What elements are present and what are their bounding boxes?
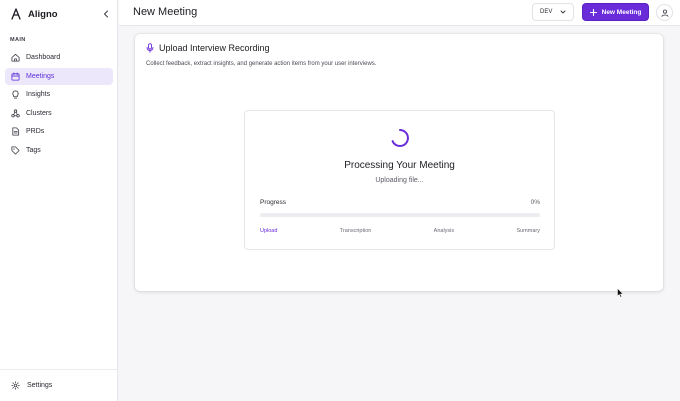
sidebar-item-label: Meetings: [26, 72, 55, 80]
sidebar-item-label: Insights: [26, 91, 51, 98]
sidebar-item-prds[interactable]: PRDs: [5, 123, 113, 140]
aligno-logo-icon: [11, 8, 21, 20]
sidebar-item-tags[interactable]: Tags: [5, 142, 113, 159]
step-summary: Summary: [516, 228, 540, 234]
sidebar-divider: [0, 369, 118, 370]
progress-percent: 0%: [530, 199, 540, 206]
environment-value: DEV: [540, 9, 553, 15]
collapse-sidebar-button[interactable]: [100, 8, 111, 20]
sidebar-item-settings[interactable]: Settings: [11, 379, 52, 391]
sidebar: Aligno MAIN Dashboard Meetings Insights …: [0, 0, 118, 401]
chevron-down-icon: [560, 10, 566, 14]
mouse-pointer-icon: [617, 288, 624, 298]
environment-select[interactable]: DEV: [532, 3, 574, 21]
step-upload: Upload: [260, 228, 278, 234]
user-menu-button[interactable]: [656, 4, 673, 21]
sidebar-item-dashboard[interactable]: Dashboard: [5, 49, 113, 66]
progress-bar: [260, 213, 540, 217]
gear-icon: [11, 380, 20, 390]
chevron-left-icon: [103, 10, 108, 18]
sidebar-nav: Dashboard Meetings Insights Clusters PRD…: [5, 49, 113, 160]
user-icon: [661, 9, 668, 17]
microphone-icon: [146, 43, 154, 53]
calendar-icon: [11, 71, 20, 81]
sidebar-item-insights[interactable]: Insights: [5, 86, 113, 103]
sidebar-item-label: Tags: [26, 146, 41, 154]
app-name: Aligno: [28, 8, 58, 20]
new-meeting-label: New Meeting: [601, 8, 642, 16]
card-description: Collect feedback, extract insights, and …: [146, 61, 377, 67]
plus-icon: [589, 8, 597, 16]
new-meeting-button[interactable]: New Meeting: [582, 3, 649, 21]
card-title: Upload Interview Recording: [159, 43, 270, 53]
upload-card: Upload Interview Recording Collect feedb…: [135, 34, 663, 291]
processing-status: Uploading file...: [375, 177, 424, 184]
clusters-icon: [11, 108, 20, 117]
loading-spinner-icon: [391, 129, 409, 147]
tag-icon: [11, 145, 20, 155]
brand[interactable]: Aligno: [11, 7, 58, 21]
sidebar-item-clusters[interactable]: Clusters: [5, 105, 113, 122]
page-title: New Meeting: [133, 6, 198, 18]
settings-label: Settings: [27, 381, 53, 389]
processing-steps: Upload Transcription Analysis Summary: [260, 228, 540, 234]
sidebar-item-label: PRDs: [26, 128, 45, 135]
step-analysis: Analysis: [433, 228, 455, 234]
card-header: Upload Interview Recording: [146, 43, 270, 53]
top-header: New Meeting DEV New Meeting: [119, 0, 680, 26]
document-icon: [12, 127, 20, 136]
sidebar-item-label: Dashboard: [26, 54, 61, 61]
step-transcription: Transcription: [339, 228, 372, 234]
sidebar-item-meetings[interactable]: Meetings: [5, 67, 113, 85]
section-label-main: MAIN: [10, 37, 26, 43]
progress-label: Progress: [260, 199, 287, 206]
processing-panel: Processing Your Meeting Uploading file..…: [244, 110, 555, 250]
processing-title: Processing Your Meeting: [344, 160, 455, 171]
dashboard-icon: [11, 53, 20, 62]
lightbulb-icon: [12, 90, 19, 99]
sidebar-item-label: Clusters: [26, 109, 52, 117]
